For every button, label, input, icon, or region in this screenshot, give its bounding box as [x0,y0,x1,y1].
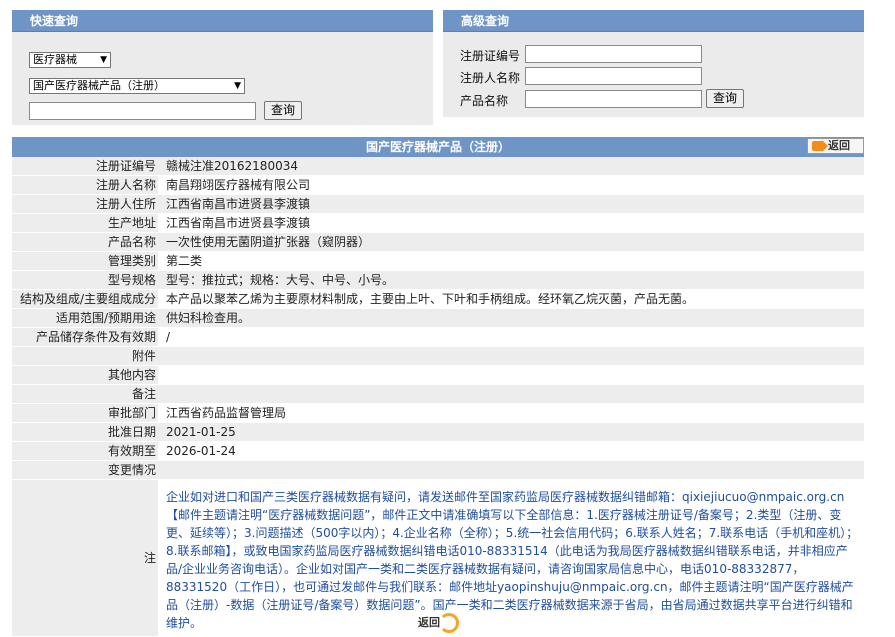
registrant-input[interactable] [525,67,702,85]
table-row: 备注 [12,385,864,404]
row-value [158,385,864,403]
row-value: 赣械注准20162180034 [158,157,864,175]
table-row: 其他内容 [12,366,864,385]
keyword-input[interactable] [29,102,256,120]
quick-query-button[interactable]: 查询 [264,101,303,120]
row-key: 注册人住所 [12,195,158,213]
detail-header: 国产医疗器械产品（注册） 返回 [12,137,864,157]
product-type-select[interactable]: 国产医疗器械产品（注册） ▼ [29,78,245,94]
product-name-input[interactable] [525,90,702,108]
row-key: 其他内容 [12,366,158,384]
table-row: 注册人住所 江西省南昌市进贤县李渡镇 [12,195,864,214]
chevron-down-icon: ▼ [234,81,241,91]
table-row: 注册证编号 赣械注准20162180034 [12,157,864,176]
row-value [158,366,864,384]
row-value [158,347,864,365]
detail-panel: 国产医疗器械产品（注册） 返回 注册证编号 赣械注准20162180034 注册人名… [12,137,864,637]
row-value: 2021-01-25 [158,423,864,441]
table-row: 适用范围/预期用途 供妇科检查用。 [12,309,864,328]
row-key: 管理类别 [12,252,158,270]
row-key: 有效期至 [12,442,158,460]
note-text: 企业如对进口和国产三类医疗器械数据有疑问，请发送邮件至国家药监局医疗器械数据纠错… [158,480,864,636]
row-value: 供妇科检查用。 [158,309,864,327]
row-key: 生产地址 [12,214,158,232]
chevron-down-icon: ▼ [100,55,107,65]
row-value: 一次性使用无菌阴道扩张器（窥阴器） [158,233,864,251]
back-button-bottom-label: 返回 [418,616,440,629]
category-select[interactable]: 医疗器械 ▼ [29,52,111,68]
row-key: 审批部门 [12,404,158,422]
row-value: 本产品以聚苯乙烯为主要原材料制成，主要由上叶、下叶和手柄组成。经环氧乙烷灭菌，产… [158,290,864,308]
table-row: 管理类别 第二类 [12,252,864,271]
advanced-search-title: 高级查询 [443,10,864,32]
row-key: 备注 [12,385,158,403]
table-row: 产品储存条件及有效期 / [12,328,864,347]
quick-search-panel: 快速查询 医疗器械 ▼ 国产医疗器械产品（注册） ▼ 查询 [12,10,433,125]
back-button-top-label: 返回 [828,139,850,152]
back-button-bottom[interactable]: 返回 [413,612,459,634]
table-row: 批准日期 2021-01-25 [12,423,864,442]
category-select-value: 医疗器械 [33,53,77,66]
table-row: 有效期至 2026-01-24 [12,442,864,461]
row-key: 适用范围/预期用途 [12,309,158,327]
row-value: 型号：推拉式；规格：大号、中号、小号。 [158,271,864,289]
row-key: 产品名称 [12,233,158,251]
table-row: 结构及组成/主要组成成分 本产品以聚苯乙烯为主要原材料制成，主要由上叶、下叶和手柄… [12,290,864,309]
registrant-label: 注册人名称 [460,71,521,85]
reg-no-input[interactable] [525,45,702,63]
row-value: 江西省南昌市进贤县李渡镇 [158,214,864,232]
table-row: 审批部门 江西省药品监督管理局 [12,404,864,423]
table-row: 注册人名称 南昌翔翊医疗器械有限公司 [12,176,864,195]
return-ring-icon [439,613,459,633]
table-row: 变更情况 [12,461,864,480]
row-key: 结构及组成/主要组成成分 [12,290,158,308]
row-value: 2026-01-24 [158,442,864,460]
row-value: 南昌翔翊医疗器械有限公司 [158,176,864,194]
arrow-right-icon [812,140,828,152]
row-key: 注册证编号 [12,157,158,175]
product-type-select-value: 国产医疗器械产品（注册） [33,79,165,92]
row-value [158,461,864,479]
product-name-label: 产品名称 [460,94,509,108]
quick-search-title: 快速查询 [12,10,433,32]
row-key: 变更情况 [12,461,158,479]
row-key: 产品储存条件及有效期 [12,328,158,346]
row-key: 注册人名称 [12,176,158,194]
row-key: 型号规格 [12,271,158,289]
row-key: 附件 [12,347,158,365]
row-value: / [158,328,864,346]
note-key: 注 [12,480,158,636]
row-value: 江西省药品监督管理局 [158,404,864,422]
table-row: 型号规格 型号：推拉式；规格：大号、中号、小号。 [12,271,864,290]
back-button-top[interactable]: 返回 [807,138,864,154]
row-value: 江西省南昌市进贤县李渡镇 [158,195,864,213]
row-key: 批准日期 [12,423,158,441]
table-row: 附件 [12,347,864,366]
table-row: 产品名称 一次性使用无菌阴道扩张器（窥阴器） [12,233,864,252]
table-row: 生产地址 江西省南昌市进贤县李渡镇 [12,214,864,233]
advanced-query-button[interactable]: 查询 [706,89,745,108]
row-value: 第二类 [158,252,864,270]
reg-no-label: 注册证编号 [460,49,521,63]
detail-rows: 注册证编号 赣械注准20162180034 注册人名称 南昌翔翊医疗器械有限公司 注册人… [12,157,864,480]
detail-title: 国产医疗器械产品（注册） [365,140,510,154]
advanced-search-panel: 高级查询 注册证编号 注册人名称 产品名称 查询 [443,10,864,117]
